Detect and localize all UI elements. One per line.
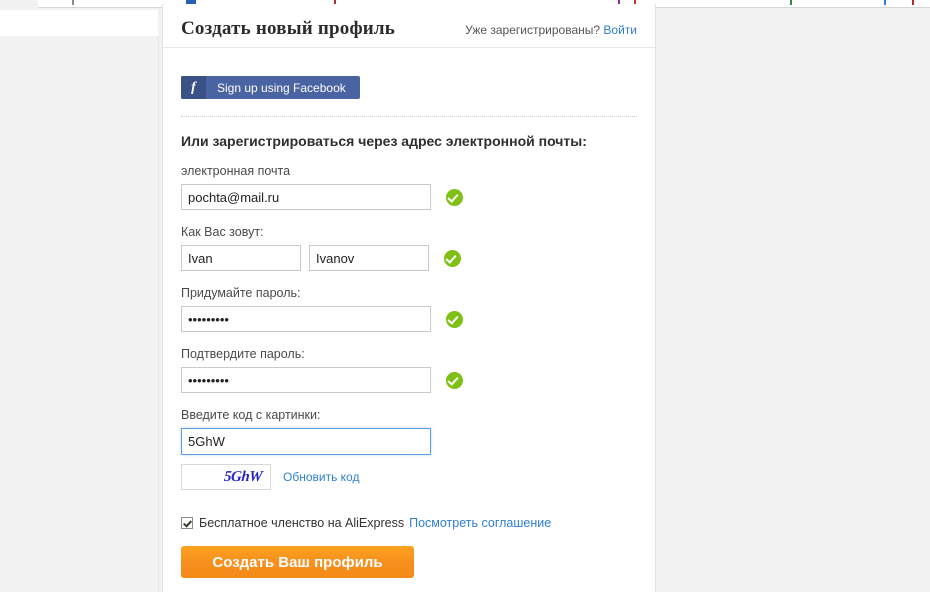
header-login-prompt: Уже зарегистрированы? Войти <box>465 23 637 37</box>
facebook-signup-button[interactable]: f Sign up using Facebook <box>181 76 360 99</box>
view-agreement-link[interactable]: Посмотреть соглашение <box>409 516 551 530</box>
name-valid-check-icon <box>444 249 461 267</box>
email-input[interactable] <box>181 184 431 210</box>
password-row <box>181 306 637 332</box>
password-field-group: Придумайте пароль: <box>181 286 637 332</box>
facebook-f-icon: f <box>181 76 206 99</box>
toolbar-icon-fragment <box>72 0 74 5</box>
already-registered-text: Уже зарегистрированы? <box>465 23 601 37</box>
password-confirm-field-group: Подтвердите пароль: <box>181 347 637 393</box>
membership-label: Бесплатное членство на AliExpress <box>199 516 405 530</box>
captcha-image-row: 5GhW Обновить код <box>181 464 637 490</box>
card-header: Создать новый профиль Уже зарегистрирова… <box>163 4 655 48</box>
toolbar-icon-fragment <box>884 0 886 5</box>
name-label: Как Вас зовут: <box>181 225 264 239</box>
name-field-group: Как Вас зовут: <box>181 225 637 271</box>
first-name-input[interactable] <box>181 245 301 271</box>
captcha-image-text: 5GhW <box>223 468 263 485</box>
page-left-gutter-shade <box>0 36 159 592</box>
toolbar-icon-fragment <box>912 0 914 5</box>
card-body: f Sign up using Facebook Или зарегистрир… <box>163 48 655 578</box>
captcha-label: Введите код с картинки: <box>181 408 321 422</box>
create-profile-button[interactable]: Создать Ваш профиль <box>181 546 414 578</box>
password-confirm-row <box>181 367 637 393</box>
registration-card: Создать новый профиль Уже зарегистрирова… <box>162 4 656 592</box>
last-name-input[interactable] <box>309 245 429 271</box>
email-valid-check-icon <box>446 188 463 206</box>
captcha-image: 5GhW <box>181 464 271 490</box>
login-link[interactable]: Войти <box>603 23 637 37</box>
name-row <box>181 245 637 271</box>
email-field-group: электронная почта <box>181 164 637 210</box>
section-divider <box>181 116 637 117</box>
refresh-captcha-link[interactable]: Обновить код <box>283 470 359 484</box>
password-valid-check-icon <box>446 310 463 328</box>
page-title: Создать новый профиль <box>181 18 396 39</box>
email-signup-heading: Или зарегистрироваться через адрес элект… <box>181 133 587 149</box>
password-input[interactable] <box>181 306 431 332</box>
email-label: электронная почта <box>181 164 291 178</box>
facebook-signup-label: Sign up using Facebook <box>217 80 346 95</box>
email-row <box>181 184 637 210</box>
password-label: Придумайте пароль: <box>181 286 301 300</box>
agreement-row: Бесплатное членство на AliExpress Посмот… <box>181 516 637 530</box>
toolbar-icon-fragment <box>790 0 792 5</box>
captcha-input[interactable] <box>181 428 431 455</box>
password-confirm-label: Подтвердите пароль: <box>181 347 305 361</box>
password-confirm-input[interactable] <box>181 367 431 393</box>
captcha-input-row <box>181 428 637 455</box>
password-confirm-valid-check-icon <box>446 371 463 389</box>
membership-checkbox[interactable] <box>181 517 193 529</box>
captcha-field-group: Введите код с картинки: 5GhW Обновить ко… <box>181 408 637 490</box>
